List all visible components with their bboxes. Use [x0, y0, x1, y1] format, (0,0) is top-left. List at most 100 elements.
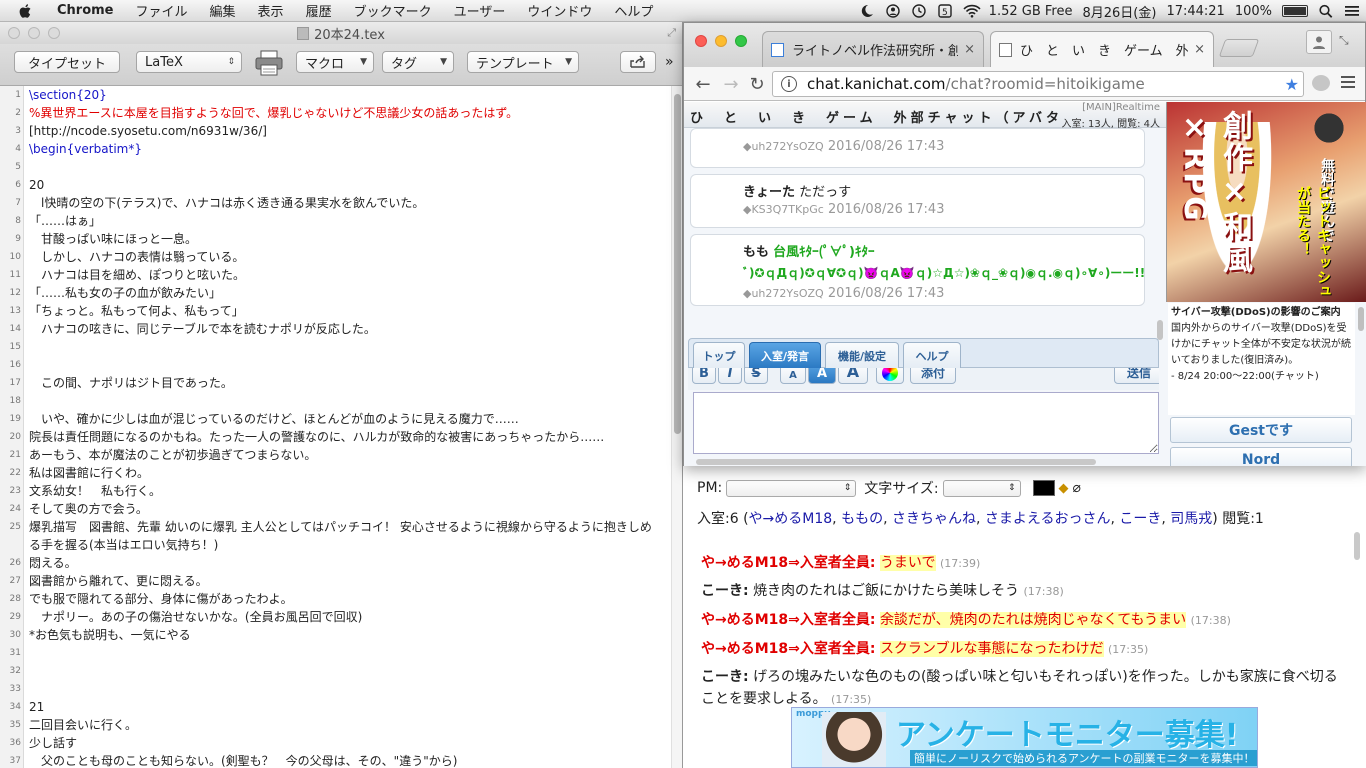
member-link[interactable]: 司馬戎 [1170, 511, 1212, 527]
nord-button[interactable]: Nord [1170, 447, 1352, 466]
editor-scrollbar[interactable] [671, 86, 682, 768]
member-link[interactable]: や→めるM18 [749, 511, 833, 527]
source-line[interactable]: 5 [0, 158, 668, 176]
source-line[interactable]: 18 [0, 392, 668, 410]
bookmark-star-icon[interactable]: ★ [1285, 75, 1299, 94]
source-line[interactable]: 2 %異世界エースに本屋を目指すような回で、爆乳じゃないけど不思議少女の話あったは… [0, 104, 668, 122]
source-line[interactable]: 1 \section{20} [0, 86, 668, 104]
scroll-thumb[interactable] [1354, 532, 1360, 560]
source-line[interactable]: 16 [0, 356, 668, 374]
menu-icon[interactable] [1341, 76, 1355, 91]
scroll-thumb[interactable] [674, 94, 681, 434]
close-window-button[interactable] [695, 35, 707, 47]
source-editor[interactable]: 1 \section{20} 2 %異世界エースに本屋を目指すような回で、爆乳じゃない… [0, 86, 668, 768]
member-link[interactable]: こーき [1119, 511, 1161, 527]
restore-icon[interactable]: ⤡ [1339, 33, 1349, 48]
source-line[interactable]: 25 爆乳描写 図書館、先輩 幼いのに爆乳 主人公としてはパッチコイ！ 安心させる… [0, 518, 668, 536]
menu-window[interactable]: ウインドウ [516, 1, 603, 20]
tab-enter-post[interactable]: 入室/発言 [749, 342, 821, 369]
member-link[interactable]: さまよえるおっさん [985, 511, 1111, 527]
source-line[interactable]: 34 21 [0, 698, 668, 716]
source-line[interactable]: 11 ハナコは目を細め、ぽつりと呟いた。 [0, 266, 668, 284]
close-tab-icon[interactable]: × [1194, 42, 1205, 57]
source-line[interactable]: 7 l快晴の空の下(テラス)で、ハナコは赤く透き通る果実水を飲んでいた。 [0, 194, 668, 212]
source-line[interactable]: る手を握る(本当はエロい気持ち！) [0, 536, 668, 554]
speaker-name[interactable]: や→めるM18⇒入室者全員: [701, 612, 875, 628]
source-line[interactable]: 17 この間、ナポリはジト目であった。 [0, 374, 668, 392]
new-tab-button[interactable] [1218, 39, 1260, 57]
source-line[interactable]: 12 「……私も女の子の血が飲みたい」 [0, 284, 668, 302]
speaker-name[interactable]: や→めるM18⇒入室者全員: [701, 641, 875, 657]
macro-select[interactable]: マクロ ▼ [296, 51, 374, 73]
battery-percent[interactable]: 100% [1235, 4, 1272, 19]
apple-icon[interactable] [18, 3, 36, 19]
source-line[interactable]: 3 [http://ncode.syosetu.com/n6931w/36/] [0, 122, 668, 140]
bold-button[interactable]: B [692, 368, 716, 384]
close-window-button[interactable] [8, 27, 20, 39]
spotlight-icon[interactable] [1318, 4, 1334, 18]
source-line[interactable]: 15 [0, 338, 668, 356]
speaker-name[interactable]: もも [743, 245, 769, 260]
game-ad-banner[interactable]: 創作×和風×RPG 無料で遊んで ビットキャッシュが当たる！ [1166, 102, 1366, 302]
close-tab-icon[interactable]: × [964, 42, 975, 57]
source-line[interactable]: 32 [0, 662, 668, 680]
typeset-button[interactable]: タイプセット [14, 51, 120, 73]
browser-tab-active[interactable]: ひ と い き ゲーム 外部チ × [990, 31, 1214, 67]
source-line[interactable]: 20 院長は責任問題になるのかもね。たった一人の警護なのに、ハルカが致命的な被害に… [0, 428, 668, 446]
browser-tab[interactable]: ライトノベル作法研究所・創作 × [762, 31, 984, 67]
source-line[interactable]: 21 あーもう、本が魔法のことが初歩過ぎてつまらない。 [0, 446, 668, 464]
member-link[interactable]: ももの [841, 511, 883, 527]
scroll-thumb[interactable] [1157, 320, 1163, 340]
font-small-button[interactable]: A [780, 368, 806, 384]
source-line[interactable]: 29 ナポリー。あの子の傷治せないかな。(全員お風呂回で回収) [0, 608, 668, 626]
menu-history[interactable]: 履歴 [295, 1, 343, 20]
menu-view[interactable]: 表示 [247, 1, 295, 20]
tag-select[interactable]: タグ ▼ [382, 51, 454, 73]
source-line[interactable]: 37 父のことも母のことも知らない。(剣聖も？ 今の父母は、その、"違う"から) [0, 752, 668, 768]
time-machine-icon[interactable] [911, 4, 927, 18]
menu-bookmarks[interactable]: ブックマーク [343, 1, 443, 20]
script-icon[interactable]: 5 [937, 4, 953, 18]
source-line[interactable]: 30 *お色気も説明も、一気にやる [0, 626, 668, 644]
speaker-name[interactable]: こーき: [701, 583, 749, 599]
info-icon[interactable]: i [781, 76, 797, 92]
source-line[interactable]: 33 [0, 680, 668, 698]
source-line[interactable]: 4 \begin{verbatim*} [0, 140, 668, 158]
source-line[interactable]: 23 文系幼女！ 私も行く。 [0, 482, 668, 500]
memory-status[interactable]: 1.52 GB Free [989, 4, 1073, 19]
source-line[interactable]: 26 悶える。 [0, 554, 668, 572]
source-line[interactable]: 9 甘酸っぱい味にほっと一息。 [0, 230, 668, 248]
forward-arrow-icon[interactable]: → [720, 73, 742, 95]
menu-file[interactable]: ファイル [125, 1, 199, 20]
send-button[interactable]: 送信 [1114, 368, 1159, 384]
message-input[interactable] [693, 392, 1159, 454]
source-line[interactable]: 27 図書館から離れて、更に悶える。 [0, 572, 668, 590]
moon-icon[interactable] [859, 4, 875, 18]
source-line[interactable]: 13 「ちょっと。私もって何よ、私もって」 [0, 302, 668, 320]
font-large-button[interactable]: A [838, 368, 868, 384]
fullscreen-icon[interactable]: ⤢ [667, 26, 676, 40]
tab-top[interactable]: トップ [693, 342, 745, 369]
pm-select[interactable]: ⇕ [726, 479, 857, 497]
speaker-name[interactable]: きょーた [743, 185, 795, 200]
battery-icon[interactable] [1282, 5, 1308, 17]
menu-date[interactable]: 8月26日(金) [1082, 2, 1156, 21]
source-line[interactable]: 6 20 [0, 176, 668, 194]
source-line[interactable]: 31 [0, 644, 668, 662]
zoom-window-button[interactable] [48, 27, 60, 39]
italic-button[interactable]: I [718, 368, 742, 384]
user-icon[interactable] [885, 4, 901, 18]
source-line[interactable]: 14 ハナコの呟きに、同じテーブルで本を読むナポリが反応した。 [0, 320, 668, 338]
notice-scrollbar[interactable] [1357, 303, 1365, 415]
back-arrow-icon[interactable]: ← [692, 73, 714, 95]
text-color-swatch[interactable] [1032, 480, 1055, 496]
texshop-titlebar[interactable]: 20本24.tex ⤢ [0, 22, 682, 44]
extension-cloud-icon[interactable] [1312, 75, 1330, 91]
menu-edit[interactable]: 編集 [199, 1, 247, 20]
source-line[interactable]: 24 そして奥の方で会う。 [0, 500, 668, 518]
compose-hscrollbar[interactable] [696, 459, 1096, 465]
notification-center-icon[interactable] [1344, 4, 1360, 18]
message-scrollbar[interactable] [1156, 130, 1164, 340]
reload-icon[interactable]: ↻ [746, 73, 768, 95]
room-mode[interactable]: [MAIN]Realtime [1082, 102, 1160, 113]
